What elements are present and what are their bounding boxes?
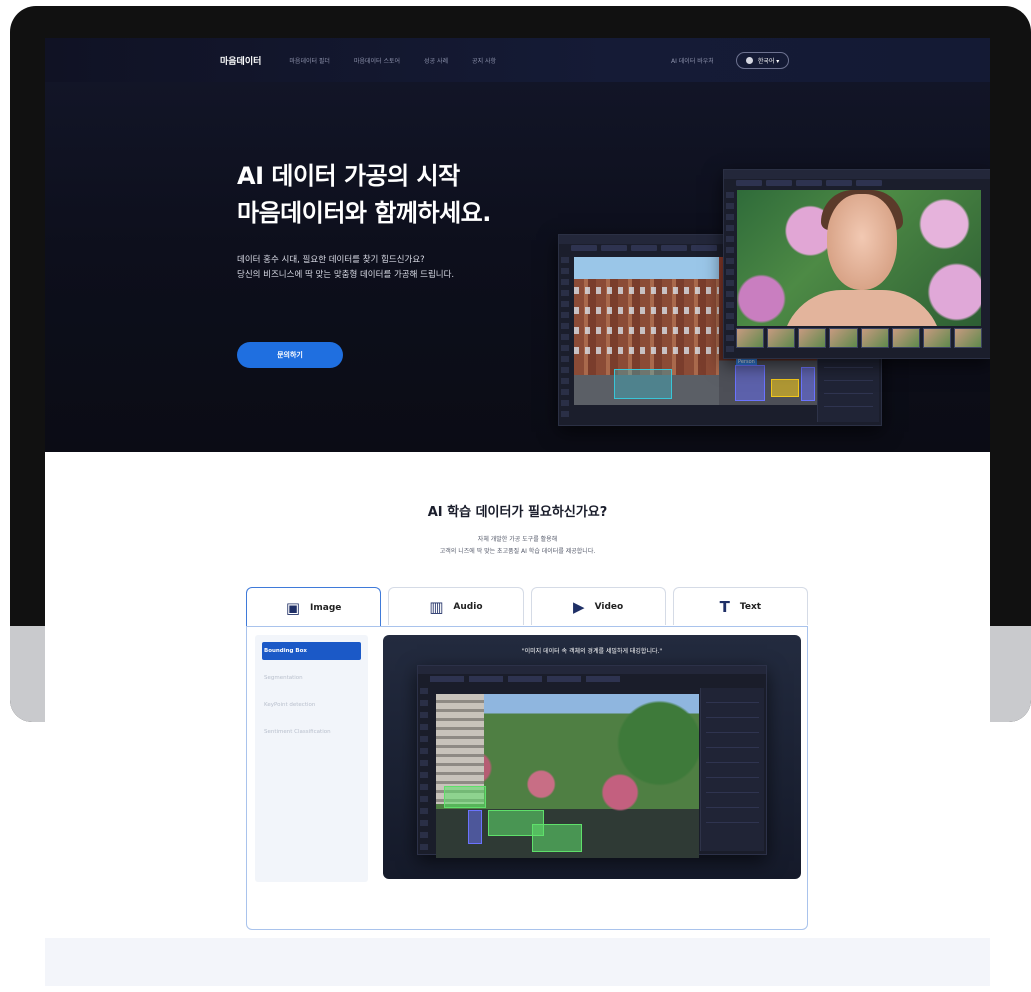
thumbnail-strip[interactable] [736, 328, 982, 348]
brand-logo[interactable]: 마음데이터 [220, 54, 261, 67]
demo-caption: "이미지 데이터 속 객체의 경계를 세밀하게 태깅합니다." [521, 648, 663, 655]
text-icon: T [719, 597, 730, 616]
tool-rail [561, 257, 569, 421]
nav-link-cases[interactable]: 성공 사례 [424, 56, 448, 65]
label-panel [817, 355, 879, 422]
image-icon: ▣ [285, 599, 301, 617]
hero-title-line1: AI 데이터 가공의 시작 [237, 162, 460, 190]
nav-link-store[interactable]: 마음데이터 스토어 [354, 56, 400, 65]
face-photo [737, 190, 981, 326]
tab-text[interactable]: T Text [672, 587, 808, 625]
car-annotation-box [771, 379, 799, 397]
street-photo [436, 694, 699, 858]
hero-title: AI 데이터 가공의 시작 마음데이터와 함께하세요. [237, 158, 491, 232]
nav-link-notice[interactable]: 공지 사항 [472, 56, 496, 65]
nav-right: AI 데이터 바우처 한국어 ▾ [671, 52, 790, 69]
car-annotation-box [444, 786, 486, 808]
window-titlebar [724, 170, 990, 179]
tab-content-panel: Bounding Box Segmentation KeyPoint detec… [246, 626, 808, 930]
person-annotation-box: Person [735, 359, 765, 401]
tab-video[interactable]: ▶ Video [530, 587, 666, 625]
tool-rail [420, 688, 428, 850]
tab-label: Video [594, 601, 624, 612]
menu-item-keypoint[interactable]: KeyPoint detection [262, 696, 361, 714]
hero-section: AI 데이터 가공의 시작 마음데이터와 함께하세요. 데이터 홍수 시대, 필… [45, 82, 990, 452]
demo-preview: "이미지 데이터 속 객체의 경계를 세밀하게 태깅합니다." [383, 635, 801, 879]
tool-rail [726, 192, 734, 354]
globe-icon [745, 57, 753, 64]
label-panel [700, 688, 764, 851]
data-section: AI 학습 데이터가 필요하신가요? 자체 개발한 가공 도구를 활용해 고객의… [45, 452, 990, 938]
hero-subtitle-line2: 당신의 비즈니스에 딱 맞는 맞춤형 데이터를 가공해 드립니다. [237, 270, 455, 280]
editor-toolbar [724, 180, 990, 188]
window-titlebar [418, 666, 766, 674]
person-annotation-box [801, 367, 815, 401]
demo-editor-window [417, 665, 767, 858]
tab-label: Image [310, 603, 342, 613]
next-section [45, 938, 990, 986]
hero-subtitle: 데이터 홍수 시대, 필요한 데이터를 찾기 힘드신가요? 당신의 비즈니스에 … [237, 253, 454, 283]
video-icon: ▶ [573, 597, 585, 616]
language-selector[interactable]: 한국어 ▾ [735, 52, 790, 69]
section-title: AI 학습 데이터가 필요하신가요? [427, 505, 608, 520]
nav-link-voucher[interactable]: AI 데이터 바우처 [671, 56, 714, 65]
tab-audio[interactable]: ▥ Audio [388, 587, 524, 625]
menu-item-bounding-box[interactable]: Bounding Box [262, 642, 361, 660]
tab-label: Text [739, 601, 762, 612]
language-label: 한국어 ▾ [757, 58, 780, 65]
section-desc-line1: 자체 개발한 가공 도구를 활용해 [477, 536, 558, 543]
tab-image[interactable]: ▣ Image [246, 587, 382, 628]
person-annotation-box [468, 810, 482, 844]
top-nav: 마음데이터 마음데이터 필더 마음데이터 스토어 성공 사례 공지 사항 AI … [45, 38, 990, 82]
annotation-box [614, 369, 672, 399]
menu-item-segmentation[interactable]: Segmentation [262, 669, 361, 687]
hero-subtitle-line1: 데이터 홍수 시대, 필요한 데이터를 찾기 힘드신가요? [237, 255, 425, 265]
city-photo [574, 257, 719, 405]
editor-toolbar [430, 676, 620, 682]
data-type-tabs: ▣ Image ▥ Audio ▶ Video T Text [246, 587, 808, 628]
contact-button[interactable]: 문의하기 [237, 342, 343, 368]
car-annotation-box [532, 824, 582, 852]
section-description: 자체 개발한 가공 도구를 활용해 고객의 니즈에 딱 맞는 초고품질 AI 학… [45, 534, 990, 558]
section-desc-line2: 고객의 니즈에 딱 맞는 초고품질 AI 학습 데이터를 제공합니다. [439, 548, 596, 555]
nav-link-filter[interactable]: 마음데이터 필더 [289, 56, 330, 65]
browser-screen: 마음데이터 마음데이터 필더 마음데이터 스토어 성공 사례 공지 사항 AI … [45, 38, 990, 986]
editor-mockup-face [723, 169, 990, 359]
audio-icon: ▥ [429, 597, 444, 616]
hero-title-line2: 마음데이터와 함께하세요. [237, 199, 491, 227]
tab-label: Audio [453, 601, 483, 612]
menu-item-sentiment[interactable]: Sentiment Classification [262, 723, 361, 741]
person-tag: Person [736, 359, 757, 365]
annotation-type-list: Bounding Box Segmentation KeyPoint detec… [255, 635, 368, 882]
